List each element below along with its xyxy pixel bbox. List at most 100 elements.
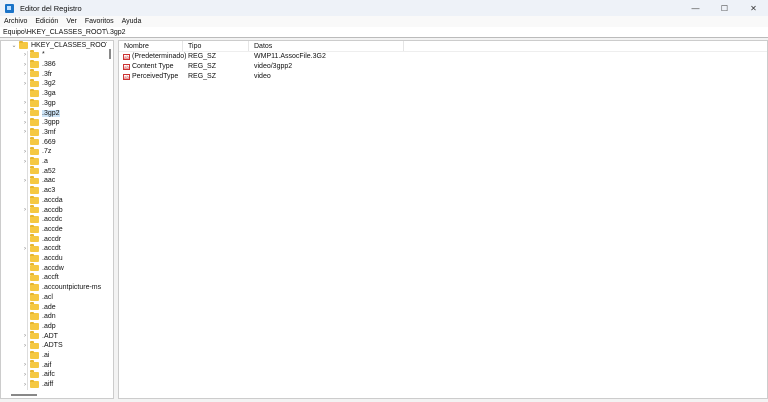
folder-icon [30,302,39,311]
tree-item[interactable]: › .aiff [22,379,54,390]
tree-item-label: .3gp [42,99,56,107]
menu-edicion[interactable]: Edición [31,16,62,27]
folder-icon [30,69,39,78]
column-header-tipo[interactable]: Tipo [183,41,249,51]
tree-item-label: .3ga [42,90,56,98]
tree-vertical-scrollbar[interactable] [107,41,113,391]
tree-item[interactable]: .accdw [22,263,64,273]
minimize-button[interactable]: — [681,0,710,16]
chevron-right-icon[interactable]: › [22,362,28,368]
tree-item[interactable]: › .ADTS [22,341,63,351]
folder-icon [30,79,39,88]
menu-favoritos[interactable]: Favoritos [81,16,118,27]
folder-icon [30,176,39,185]
tree-item-label: .aif [42,361,52,369]
tree-item[interactable]: .accountpicture-ms [22,282,101,293]
tree-item[interactable]: .adn [22,312,56,322]
tree-item[interactable]: .a52 [22,166,56,176]
folder-icon [30,98,39,107]
tree-item[interactable]: › .3mf [22,127,56,138]
tree-item[interactable]: › .7z [22,147,51,157]
chevron-right-icon[interactable]: › [22,129,28,135]
list-row[interactable]: ab (Predeterminado) REG_SZ WMP11.AssocFile.… [119,52,767,62]
folder-icon [30,166,39,175]
tree-item[interactable]: › .3gpp [22,118,60,128]
value-type: REG_SZ [188,63,217,70]
tree-item[interactable]: › * [22,50,45,60]
tree-item-label: .aiff [42,381,54,389]
tree-horizontal-scrollbar[interactable] [1,390,109,398]
menu-ayuda[interactable]: Ayuda [118,16,146,27]
tree-item[interactable]: › .aif [22,360,51,370]
chevron-right-icon[interactable]: › [22,100,28,106]
menu-ver[interactable]: Ver [62,16,81,27]
folder-icon [30,88,39,97]
tree-item[interactable]: › .3gp [22,98,56,109]
chevron-right-icon[interactable]: › [22,110,28,116]
string-value-icon: ab [123,64,130,70]
tree-item[interactable]: › .aifc [22,370,55,380]
tree-item[interactable]: .ai [22,350,49,361]
tree-item[interactable]: › .3fr [22,69,52,79]
tree-item[interactable]: › .3g2 [22,79,56,89]
folder-icon [30,273,39,282]
chevron-right-icon[interactable]: › [22,159,28,165]
tree-item[interactable]: .adp [22,321,56,332]
tree-root[interactable]: ⌄ HKEY_CLASSES_ROOT [11,41,110,50]
tree-item-label: .adn [42,313,56,321]
maximize-button[interactable]: ☐ [710,0,739,16]
tree-item[interactable]: › .3gp2 [22,108,60,118]
tree-item[interactable]: .accft [22,273,59,283]
tree-item[interactable]: › .accdt [22,244,61,254]
list-row[interactable]: ab Content Type REG_SZ video/3gpp2 [119,62,767,72]
tree-item[interactable]: .accde [22,224,63,235]
tree-item[interactable]: .669 [22,137,56,147]
tree-item[interactable]: .acl [22,292,53,303]
column-header-datos[interactable]: Datos [249,41,404,51]
column-header-nombre[interactable]: Nombre [119,41,183,51]
list-header: Nombre Tipo Datos [119,41,767,52]
scroll-thumb[interactable] [11,394,37,396]
tree-item[interactable]: › .aac [22,176,55,186]
chevron-right-icon[interactable]: › [22,207,28,213]
chevron-down-icon[interactable]: ⌄ [11,42,17,49]
tree-item[interactable]: .ac3 [22,185,55,196]
chevron-right-icon[interactable]: › [22,120,28,126]
chevron-right-icon[interactable]: › [22,81,28,87]
folder-icon [30,321,39,330]
scroll-thumb[interactable] [109,49,111,59]
folder-icon [30,127,39,136]
chevron-right-icon[interactable]: › [22,52,28,58]
close-button[interactable]: ✕ [739,0,768,16]
chevron-right-icon[interactable]: › [22,382,28,388]
chevron-right-icon[interactable]: › [22,71,28,77]
tree-item[interactable]: › .386 [22,59,56,70]
tree-item[interactable]: › .ADT [22,331,58,341]
tree-item[interactable]: .accdu [22,253,63,264]
tree-item[interactable]: .accdr [22,234,61,244]
tree-item[interactable]: › .accdb [22,205,63,215]
chevron-right-icon[interactable]: › [22,149,28,155]
tree-item[interactable]: › .a [22,156,48,167]
tree-item[interactable]: .accdc [22,215,62,225]
value-type: REG_SZ [188,53,217,60]
tree-item[interactable]: .3ga [22,88,56,99]
folder-icon [30,253,39,262]
chevron-right-icon[interactable]: › [22,343,28,349]
tree-item[interactable]: .ade [22,302,56,312]
chevron-right-icon[interactable]: › [22,372,28,378]
tree-item[interactable]: .accda [22,195,63,206]
chevron-right-icon[interactable]: › [22,246,28,252]
list-row[interactable]: ab PerceivedType REG_SZ video [119,72,767,82]
chevron-right-icon[interactable]: › [22,178,28,184]
folder-icon [30,379,39,388]
chevron-right-icon[interactable]: › [22,333,28,339]
menu-archivo[interactable]: Archivo [0,16,31,27]
registry-tree[interactable]: ⌄ HKEY_CLASSES_ROOT › * › .386 › .3fr › .3g2.3g… [0,40,114,399]
folder-icon [30,50,39,59]
address-bar[interactable]: Equipo\HKEY_CLASSES_ROOT\.3gp2 [0,27,768,38]
tree-item-label: .accdb [42,206,63,214]
folder-icon [30,292,39,301]
chevron-right-icon[interactable]: › [22,62,28,68]
tree-item-label: .accdw [42,264,64,272]
